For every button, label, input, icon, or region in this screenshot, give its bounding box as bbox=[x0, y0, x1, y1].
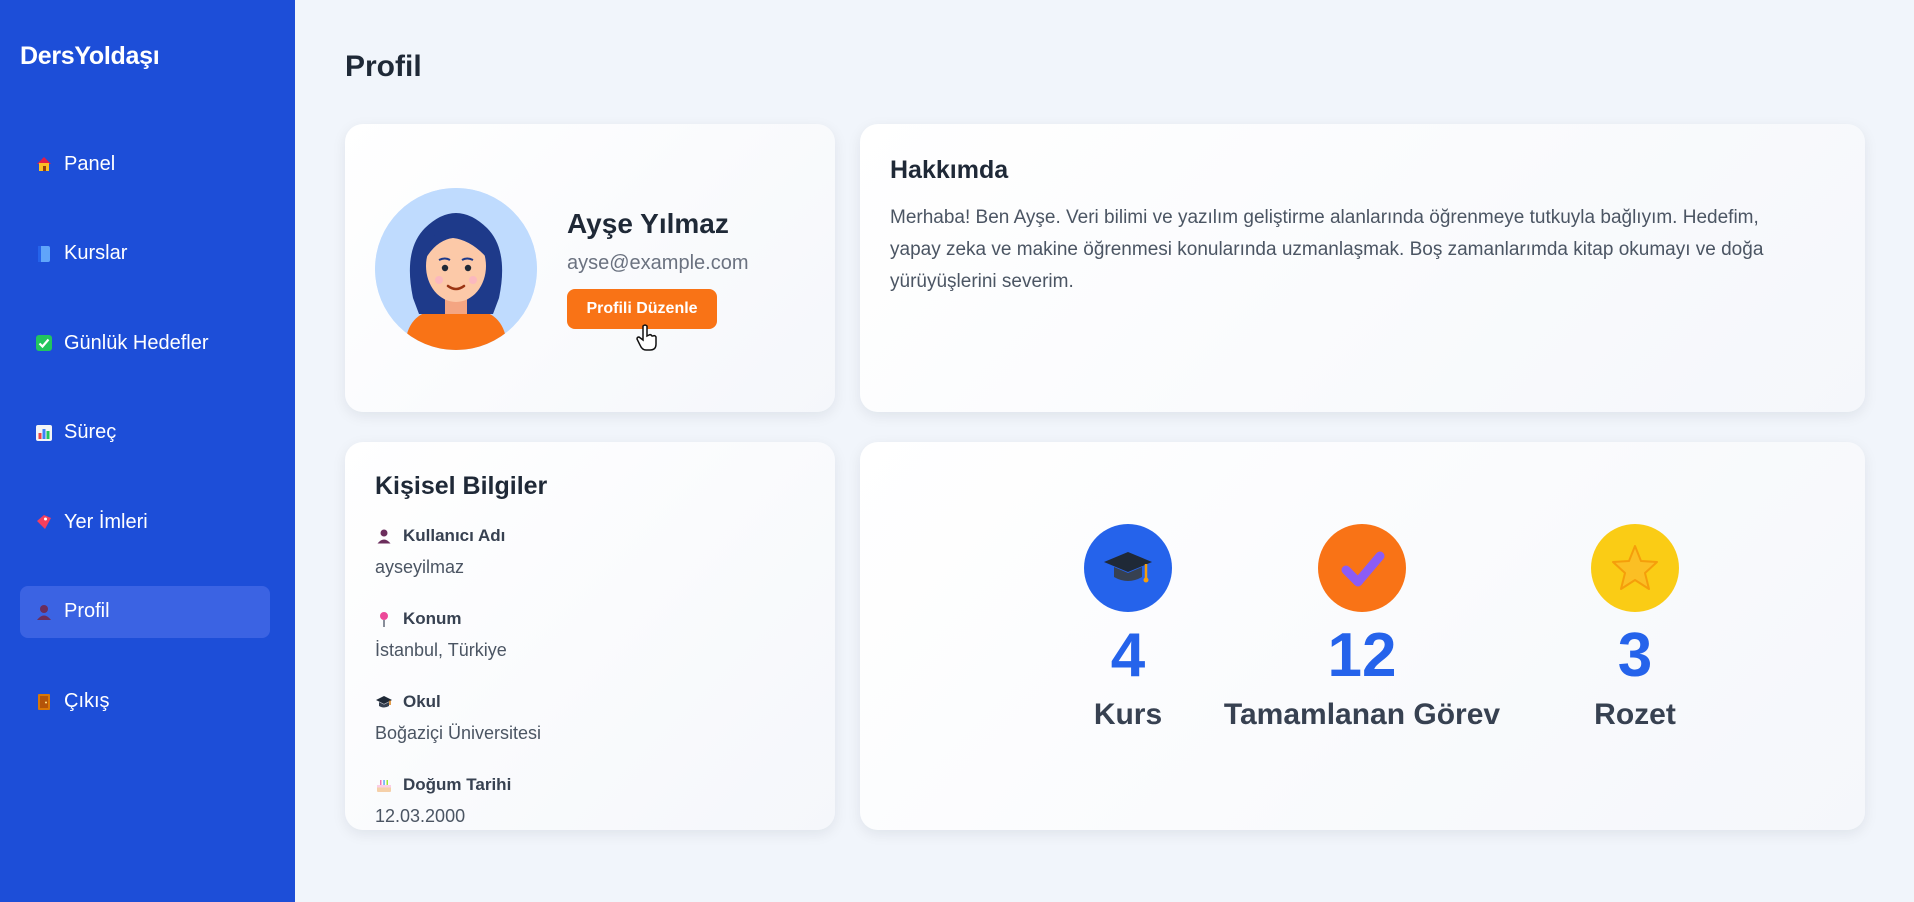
info-value: 12.03.2000 bbox=[375, 806, 466, 826]
bookmark-icon bbox=[34, 512, 54, 532]
bar-chart-icon bbox=[34, 423, 54, 443]
info-label: Okul bbox=[403, 692, 441, 711]
sidebar-item-label: Çıkış bbox=[64, 690, 110, 713]
sidebar-item-label: Günlük Hedefler bbox=[64, 331, 209, 354]
sidebar-item-label: Kurslar bbox=[64, 242, 128, 265]
avatar bbox=[375, 188, 537, 350]
info-value: İstanbul, Türkiye bbox=[375, 640, 507, 660]
info-item-school: Okul Boğaziçi Üniversitesi bbox=[375, 692, 815, 775]
sidebar-item-cikis[interactable]: Çıkış bbox=[20, 676, 270, 728]
blue-book-icon bbox=[34, 244, 54, 264]
stats-card: 4 Kurs 12 Tamamlanan Görev 3 Rozet bbox=[860, 442, 1865, 830]
user-email: ayse@example.com bbox=[567, 252, 749, 274]
about-text: Merhaba! Ben Ayşe. Veri bilimi ve yazılı… bbox=[890, 207, 1764, 292]
check-box-icon bbox=[34, 333, 54, 353]
personal-info-list: Kullanıcı Adı ayseyilmaz Konum İstanbul,… bbox=[375, 526, 815, 830]
profile-card: Ayşe Yılmaz ayse@example.com Profili Düz… bbox=[345, 124, 835, 412]
sidebar-item-label: Yer İmleri bbox=[64, 510, 148, 533]
info-label: Kullanıcı Adı bbox=[403, 526, 506, 545]
about-title: Hakkımda bbox=[890, 156, 1009, 184]
info-value: ayseyilmaz bbox=[375, 557, 465, 577]
pin-icon bbox=[375, 610, 393, 628]
page-title: Profil bbox=[345, 50, 422, 83]
user-name: Ayşe Yılmaz bbox=[567, 208, 729, 239]
birthday-cake-icon bbox=[375, 776, 393, 794]
checkmark-icon bbox=[1318, 524, 1406, 612]
info-item-location: Konum İstanbul, Türkiye bbox=[375, 609, 815, 692]
sidebar-item-surec[interactable]: Süreç bbox=[20, 407, 270, 459]
info-item-birthdate: Doğum Tarihi 12.03.2000 bbox=[375, 775, 815, 830]
graduation-cap-icon bbox=[1084, 524, 1172, 612]
sidebar-item-label: Süreç bbox=[64, 421, 117, 444]
sidebar-item-kurslar[interactable]: Kurslar bbox=[20, 228, 270, 280]
sidebar-item-label: Panel bbox=[64, 152, 116, 175]
graduation-cap-icon bbox=[375, 693, 393, 711]
edit-profile-button[interactable]: Profili Düzenle bbox=[567, 289, 717, 329]
sidebar-item-label: Profil bbox=[64, 600, 110, 623]
app-brand[interactable]: DersYoldaşı bbox=[20, 42, 160, 71]
sidebar-nav: Panel Kurslar Günlük Hedefler Süreç Yer … bbox=[20, 138, 270, 765]
stat-value: 12 bbox=[1327, 621, 1397, 690]
star-icon bbox=[1591, 524, 1679, 612]
personal-info-card: Kişisel Bilgiler Kullanıcı Adı ayseyilma… bbox=[345, 442, 835, 830]
info-label: Doğum Tarihi bbox=[403, 775, 512, 794]
info-value: Boğaziçi Üniversitesi bbox=[375, 723, 542, 743]
sidebar-item-panel[interactable]: Panel bbox=[20, 138, 270, 190]
stat-label: Rozet bbox=[1594, 698, 1676, 731]
info-item-username: Kullanıcı Adı ayseyilmaz bbox=[375, 526, 815, 609]
stat-label: Tamamlanan Görev bbox=[1223, 698, 1501, 731]
door-icon bbox=[34, 692, 54, 712]
house-icon bbox=[34, 154, 54, 174]
user-icon bbox=[375, 527, 393, 545]
personal-info-title: Kişisel Bilgiler bbox=[375, 472, 548, 500]
info-label: Konum bbox=[403, 609, 462, 628]
about-card: Hakkımda Merhaba! Ben Ayşe. Veri bilimi … bbox=[860, 124, 1865, 412]
sidebar-item-gunluk-hedefler[interactable]: Günlük Hedefler bbox=[20, 317, 270, 369]
stat-badges: 3 Rozet bbox=[1485, 524, 1785, 732]
sidebar-item-profil[interactable]: Profil bbox=[20, 585, 270, 638]
hand-cursor-icon bbox=[635, 324, 659, 352]
stat-value: 3 bbox=[1617, 621, 1653, 690]
sidebar: DersYoldaşı Panel Kurslar Günlük Hedefle… bbox=[0, 0, 295, 902]
stat-completed-tasks: 12 Tamamlanan Görev bbox=[1212, 524, 1512, 732]
sidebar-item-yer-imleri[interactable]: Yer İmleri bbox=[20, 496, 270, 548]
user-icon bbox=[34, 602, 54, 622]
